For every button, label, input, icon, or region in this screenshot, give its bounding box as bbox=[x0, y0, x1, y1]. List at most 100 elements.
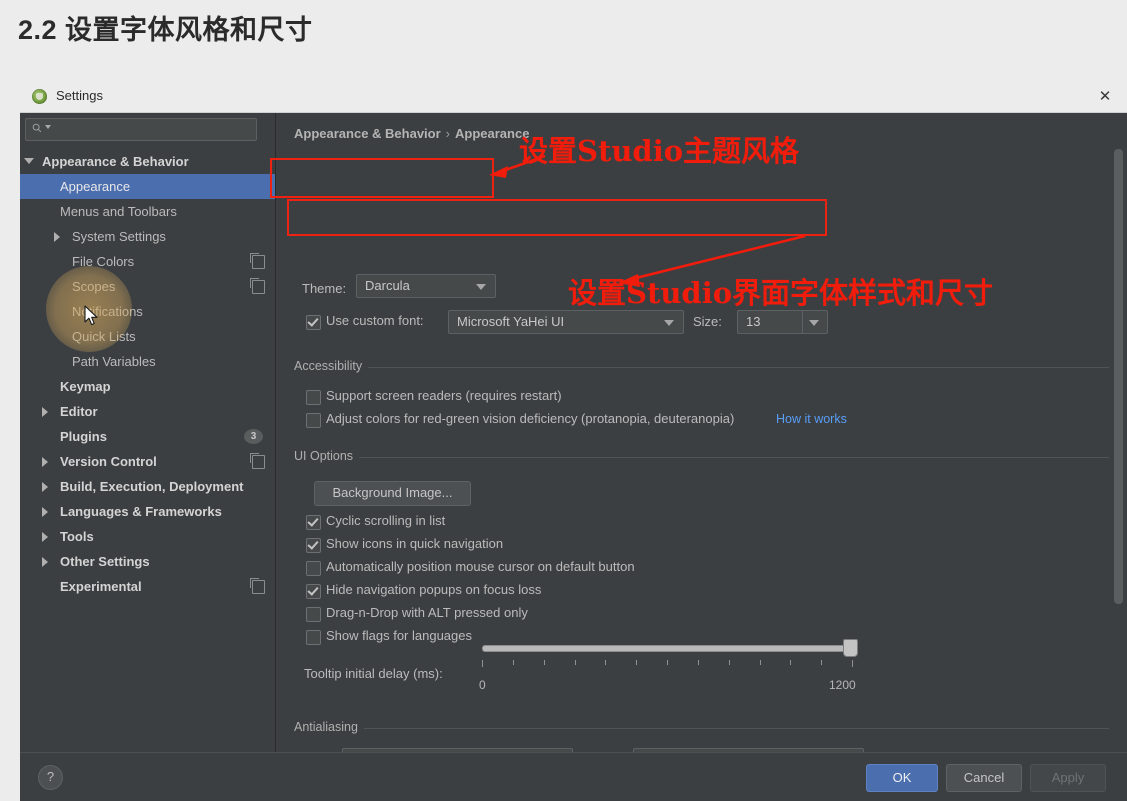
support-screen-readers-checkbox[interactable] bbox=[306, 390, 321, 405]
slider-tick bbox=[728, 660, 730, 665]
sidebar-item-appearance-behavior[interactable]: Appearance & Behavior bbox=[20, 149, 275, 174]
content-scrollbar[interactable] bbox=[1114, 119, 1123, 747]
sidebar-item-label: Keymap bbox=[60, 379, 111, 394]
window-title: Settings bbox=[56, 88, 103, 103]
cyclic-scrolling-checkbox[interactable] bbox=[306, 515, 321, 530]
theme-label: Theme: bbox=[302, 281, 347, 296]
copy-icon bbox=[250, 453, 265, 469]
dialog-footer: ? OK Cancel Apply bbox=[20, 752, 1127, 801]
help-button[interactable]: ? bbox=[38, 765, 63, 790]
sidebar-item-keymap[interactable]: Keymap bbox=[20, 374, 275, 399]
ok-button[interactable]: OK bbox=[866, 764, 938, 792]
sidebar-item-notifications[interactable]: Notifications bbox=[20, 299, 275, 324]
sidebar-item-label: Scopes bbox=[72, 279, 116, 294]
sidebar-item-quick-lists[interactable]: Quick Lists bbox=[20, 324, 275, 349]
sidebar-item-version-control[interactable]: Version Control bbox=[20, 449, 275, 474]
settings-sidebar: Appearance & Behavior Appearance Menus and… bbox=[20, 113, 276, 753]
hide-nav-popups-checkbox[interactable] bbox=[306, 584, 321, 599]
copy-icon bbox=[250, 253, 265, 269]
breadcrumb-leaf: Appearance bbox=[455, 126, 530, 141]
slider-tick bbox=[667, 660, 668, 665]
slider-tick bbox=[821, 660, 823, 665]
custom-font-select[interactable]: Microsoft YaHei UI bbox=[448, 310, 684, 334]
slider-tick bbox=[697, 660, 699, 665]
chevron-down-icon[interactable] bbox=[45, 125, 51, 129]
font-size-value: 13 bbox=[746, 314, 761, 329]
divider bbox=[802, 311, 803, 333]
sidebar-item-label: Editor bbox=[60, 404, 98, 419]
sidebar-item-build-execution-deployment[interactable]: Build, Execution, Deployment bbox=[20, 474, 275, 499]
chevron-right-icon[interactable] bbox=[54, 232, 60, 242]
chevron-right-icon[interactable] bbox=[42, 457, 48, 467]
content-scrollbar-thumb[interactable] bbox=[1114, 149, 1123, 604]
theme-value: Darcula bbox=[365, 278, 410, 293]
background-image-button[interactable]: Background Image... bbox=[314, 481, 471, 506]
sidebar-item-editor[interactable]: Editor bbox=[20, 399, 275, 424]
chevron-down-icon bbox=[476, 284, 486, 290]
chevron-right-icon[interactable] bbox=[42, 557, 48, 567]
divider bbox=[294, 457, 1109, 458]
apply-button[interactable]: Apply bbox=[1030, 764, 1106, 792]
show-flags-languages-checkbox[interactable] bbox=[306, 630, 321, 645]
sidebar-item-label: Quick Lists bbox=[72, 329, 136, 344]
chevron-right-icon[interactable] bbox=[42, 407, 48, 417]
cyclic-scrolling-label: Cyclic scrolling in list bbox=[326, 513, 446, 528]
sidebar-item-other-settings[interactable]: Other Settings bbox=[20, 549, 275, 574]
close-icon[interactable]: ✕ bbox=[1091, 86, 1119, 108]
slider-tick bbox=[636, 660, 638, 665]
show-icons-quick-nav-checkbox[interactable] bbox=[306, 538, 321, 553]
sidebar-item-file-colors[interactable]: File Colors bbox=[20, 249, 275, 274]
window-titlebar: Settings ✕ bbox=[20, 82, 1127, 112]
sidebar-item-label: Version Control bbox=[60, 454, 157, 469]
slider-tick bbox=[574, 660, 576, 665]
settings-content-pane: Appearance & Behavior › Appearance Theme: … bbox=[276, 113, 1127, 753]
adjust-colors-checkbox[interactable] bbox=[306, 413, 321, 428]
sidebar-item-label: Experimental bbox=[60, 579, 142, 594]
sidebar-item-plugins[interactable]: Plugins 3 bbox=[20, 424, 275, 449]
search-input[interactable] bbox=[25, 118, 257, 141]
sidebar-item-scopes[interactable]: Scopes bbox=[20, 274, 275, 299]
auto-position-cursor-checkbox[interactable] bbox=[306, 561, 321, 576]
slider-tick bbox=[852, 660, 853, 667]
font-size-label: Size: bbox=[693, 314, 722, 329]
sidebar-item-menus-and-toolbars[interactable]: Menus and Toolbars bbox=[20, 199, 275, 224]
sidebar-item-label: Notifications bbox=[72, 304, 143, 319]
slider-tick bbox=[605, 660, 607, 665]
divider bbox=[294, 367, 1109, 368]
sidebar-item-appearance[interactable]: Appearance bbox=[20, 174, 275, 199]
chevron-right-icon[interactable] bbox=[42, 507, 48, 517]
support-screen-readers-label: Support screen readers (requires restart… bbox=[326, 388, 562, 403]
sidebar-item-tools[interactable]: Tools bbox=[20, 524, 275, 549]
sidebar-item-label: System Settings bbox=[72, 229, 166, 244]
chevron-down-icon bbox=[664, 320, 674, 326]
drag-n-drop-alt-label: Drag-n-Drop with ALT pressed only bbox=[326, 605, 528, 620]
font-size-select[interactable]: 13 bbox=[737, 310, 828, 334]
sidebar-item-path-variables[interactable]: Path Variables bbox=[20, 349, 275, 374]
use-custom-font-checkbox[interactable] bbox=[306, 315, 321, 330]
tooltip-delay-slider-track[interactable] bbox=[482, 645, 854, 652]
breadcrumb-root[interactable]: Appearance & Behavior bbox=[294, 126, 441, 141]
sidebar-item-label: Menus and Toolbars bbox=[60, 204, 177, 219]
chevron-right-icon[interactable] bbox=[42, 482, 48, 492]
sidebar-item-label: File Colors bbox=[72, 254, 135, 269]
theme-select[interactable]: Darcula bbox=[356, 274, 496, 298]
sidebar-item-experimental[interactable]: Experimental bbox=[20, 574, 275, 599]
sidebar-item-languages-frameworks[interactable]: Languages & Frameworks bbox=[20, 499, 275, 524]
tooltip-delay-label: Tooltip initial delay (ms): bbox=[304, 666, 443, 681]
antialiasing-group-title: Antialiasing bbox=[294, 720, 364, 734]
sidebar-item-label: Appearance & Behavior bbox=[42, 154, 189, 169]
sidebar-item-label: Path Variables bbox=[72, 354, 156, 369]
search-icon bbox=[32, 123, 42, 133]
drag-n-drop-alt-checkbox[interactable] bbox=[306, 607, 321, 622]
chevron-down-icon[interactable] bbox=[24, 158, 34, 164]
how-it-works-link[interactable]: How it works bbox=[776, 412, 847, 426]
ui-options-group-title: UI Options bbox=[294, 449, 360, 463]
chevron-right-icon[interactable] bbox=[42, 532, 48, 542]
copy-icon bbox=[250, 578, 265, 594]
auto-position-cursor-label: Automatically position mouse cursor on d… bbox=[326, 559, 635, 574]
tooltip-delay-slider-thumb[interactable] bbox=[843, 639, 858, 657]
sidebar-item-label: Appearance bbox=[60, 179, 131, 194]
sidebar-item-system-settings[interactable]: System Settings bbox=[20, 224, 275, 249]
cancel-button[interactable]: Cancel bbox=[946, 764, 1022, 792]
tooltip-delay-max-label: 1200 bbox=[829, 678, 856, 692]
